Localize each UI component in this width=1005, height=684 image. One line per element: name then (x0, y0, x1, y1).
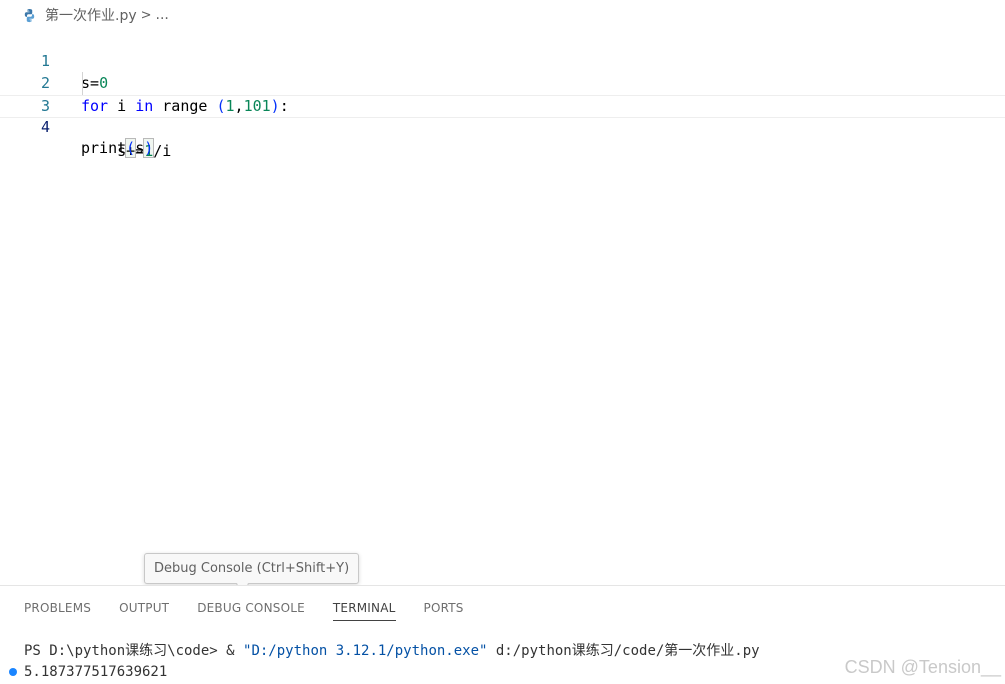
tab-problems[interactable]: PROBLEMS (10, 586, 105, 630)
code-line[interactable]: 1 s=0 (0, 27, 1005, 93)
debug-console-tooltip: Debug Console (Ctrl+Shift+Y) (144, 553, 360, 584)
watermark: CSDN @Tension__ (844, 657, 1001, 677)
vscode-window: 第一次作业.py > ... 1 s=0 2 for i in range (1… (0, 0, 1005, 684)
code-line[interactable]: 3 s+=1/i (0, 72, 1005, 160)
panel-tabs: PROBLEMS OUTPUT DEBUG CONSOLE TERMINAL P… (10, 586, 478, 630)
command-status-dot-icon[interactable] (9, 668, 17, 676)
breadcrumb: 第一次作业.py > ... (22, 4, 169, 26)
code-line-current[interactable]: 4 print(s) (0, 94, 1005, 158)
line-number: 4 (40, 117, 50, 136)
tab-ports[interactable]: PORTS (410, 586, 478, 630)
code-line[interactable]: 2 for i in range (1,101): (0, 50, 1005, 115)
breadcrumb-filename[interactable]: 第一次作业.py (45, 5, 137, 25)
bracket-match: ) (143, 137, 155, 158)
tab-terminal[interactable]: TERMINAL (319, 586, 410, 630)
breadcrumb-more[interactable]: ... (156, 7, 169, 23)
bracket-match: ( (125, 137, 137, 158)
tab-output[interactable]: OUTPUT (105, 586, 183, 630)
tab-debug-console[interactable]: DEBUG CONSOLE (183, 586, 319, 630)
code-editor[interactable]: 1 s=0 2 for i in range (1,101): 3 s+=1/i… (0, 27, 1005, 160)
chevron-right-icon: > (140, 7, 152, 23)
python-icon (22, 8, 37, 23)
indent-guide (82, 72, 83, 95)
code-text: print(s) (81, 137, 155, 158)
